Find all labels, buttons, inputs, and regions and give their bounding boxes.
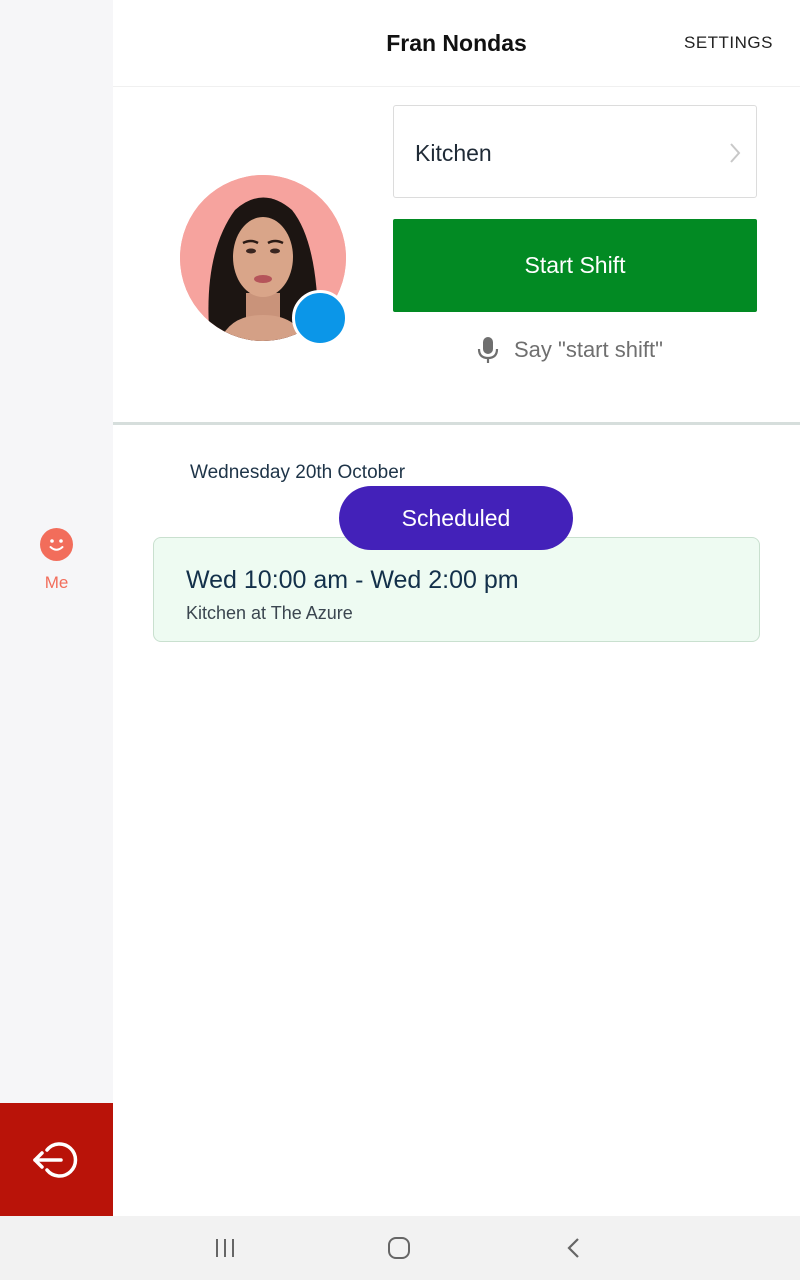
microphone-icon — [477, 337, 499, 363]
home-icon[interactable] — [387, 1236, 411, 1260]
smiley-icon — [40, 528, 73, 561]
status-indicator — [292, 290, 348, 346]
shift-time: Wed 10:00 am - Wed 2:00 pm — [186, 566, 519, 594]
back-icon[interactable] — [564, 1236, 584, 1260]
header: Fran Nondas SETTINGS — [113, 0, 800, 87]
role-value: Kitchen — [415, 140, 492, 166]
chevron-right-icon — [730, 143, 741, 163]
start-shift-button[interactable]: Start Shift — [393, 219, 757, 312]
sidebar-item-label: Me — [44, 573, 69, 592]
logout-button[interactable] — [0, 1103, 113, 1216]
shift-card[interactable]: Wed 10:00 am - Wed 2:00 pm Kitchen at Th… — [153, 537, 760, 642]
voice-hint-text: Say "start shift" — [514, 337, 663, 362]
voice-hint: Say "start shift" — [476, 334, 663, 366]
system-nav-bar — [0, 1216, 800, 1280]
settings-button[interactable]: SETTINGS — [684, 33, 773, 53]
role-select[interactable]: Kitchen — [393, 105, 757, 198]
recent-apps-icon[interactable] — [213, 1236, 237, 1260]
logout-icon — [32, 1141, 77, 1178]
sidebar-item-me[interactable]: Me — [0, 528, 113, 600]
shift-date: Wednesday 20th October — [190, 462, 406, 483]
shift-location: Kitchen at The Azure — [186, 603, 353, 623]
sidebar: Me — [0, 0, 113, 1216]
status-badge: Scheduled — [339, 486, 573, 550]
section-divider — [113, 422, 800, 425]
